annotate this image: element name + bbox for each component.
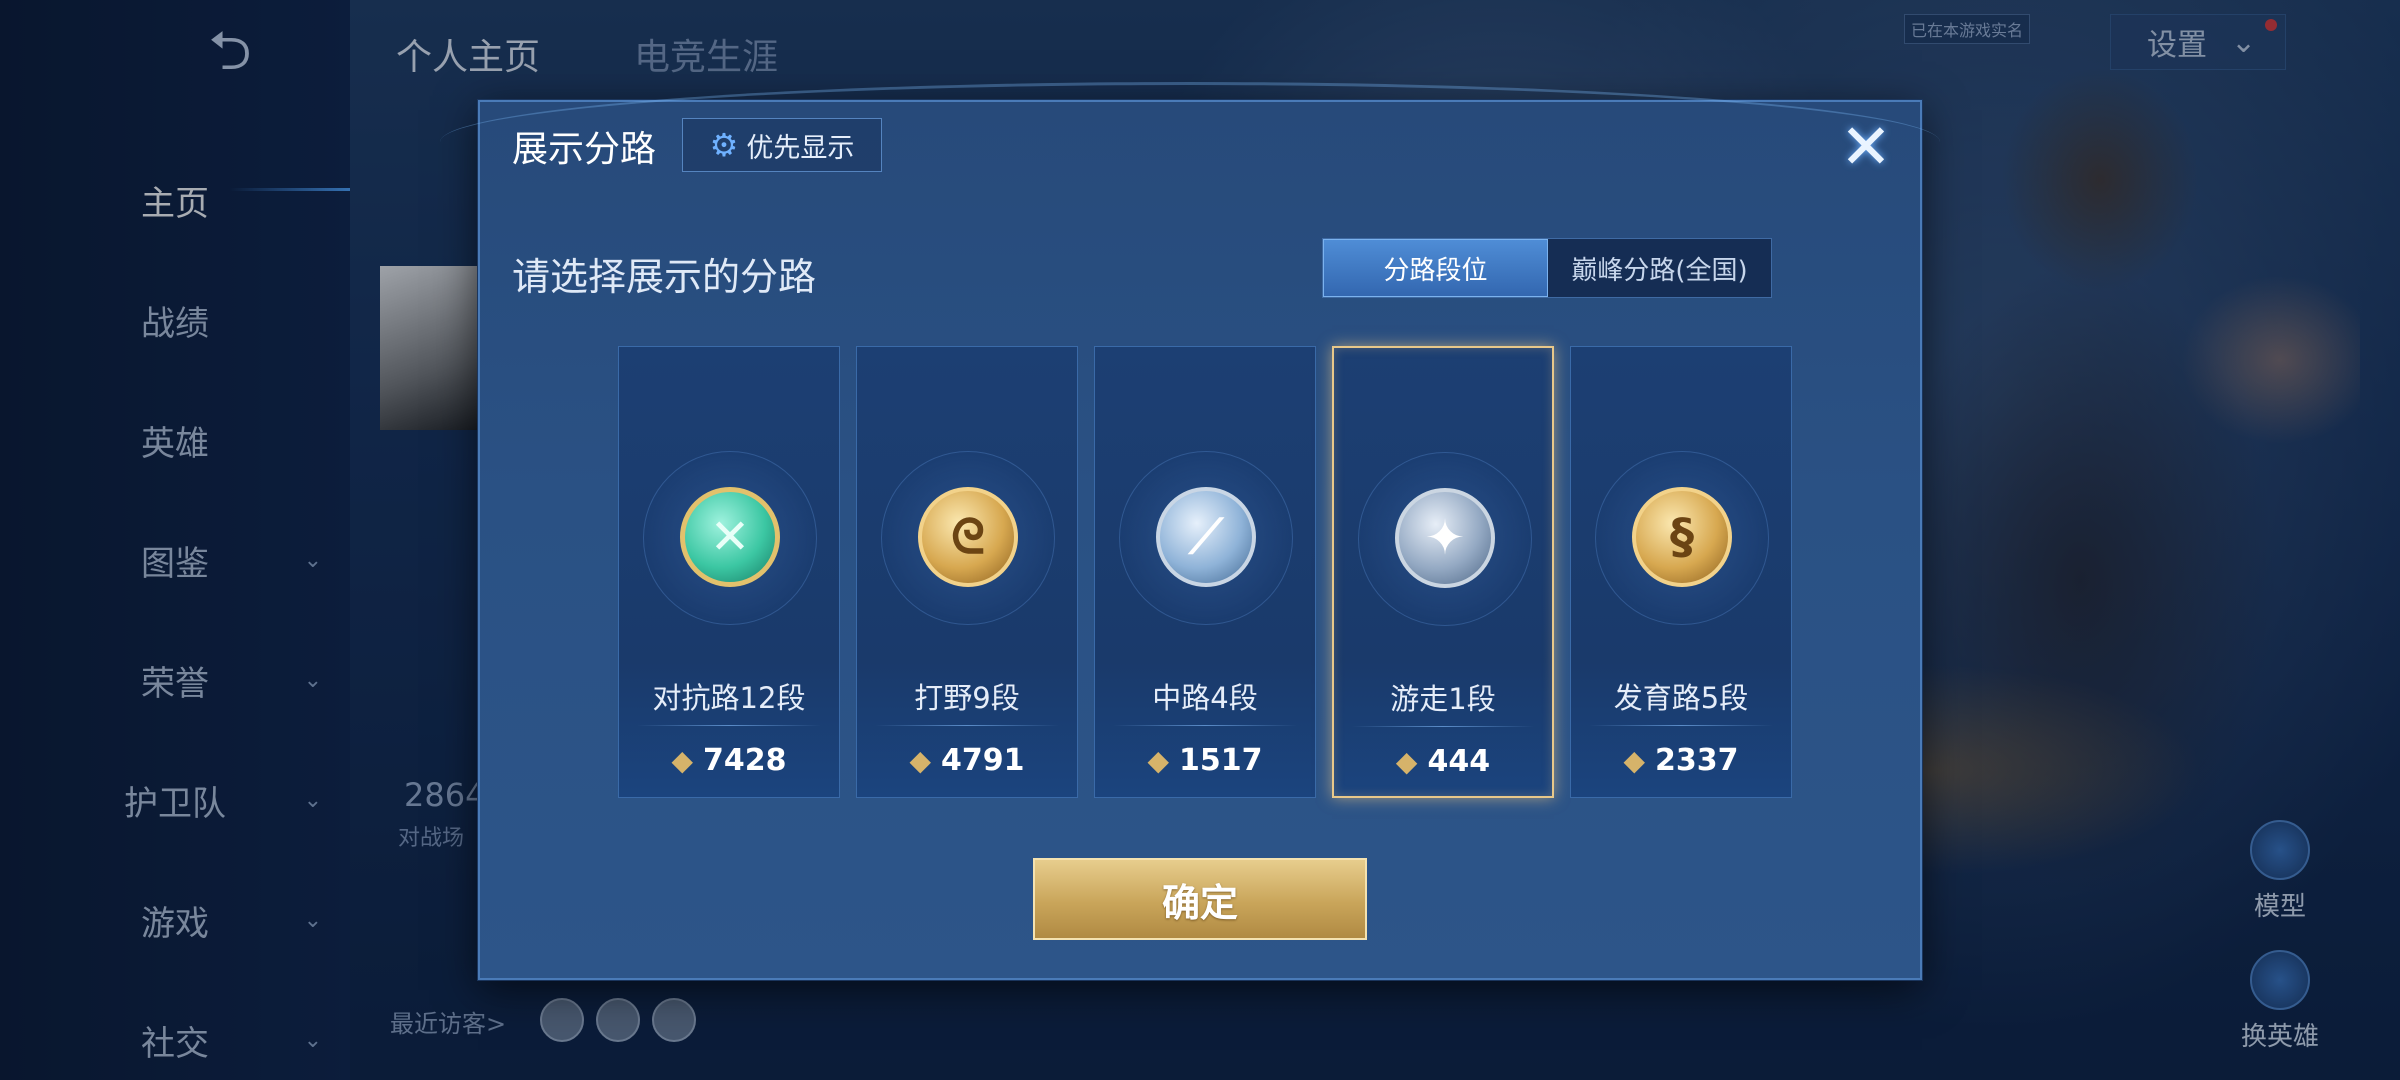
lane-score-value: 7428 bbox=[703, 743, 787, 778]
lane-label: 游走1段 bbox=[1390, 682, 1496, 716]
divider bbox=[1352, 726, 1534, 727]
rank-emblem-icon: ◆ bbox=[1147, 744, 1170, 777]
lane-score-value: 1517 bbox=[1179, 743, 1263, 778]
sword-cross-icon: ✕ bbox=[680, 487, 780, 587]
staff-icon: ⟋ bbox=[1156, 487, 1256, 587]
dialog-subtitle: 请选择展示的分路 bbox=[512, 255, 817, 299]
priority-display-label: 优先显示 bbox=[746, 132, 855, 164]
close-icon: ✕ bbox=[1840, 109, 1892, 183]
rank-emblem-icon: ◆ bbox=[671, 744, 694, 777]
wings-icon: ✦ bbox=[1395, 488, 1495, 588]
toggle-lane-rank[interactable]: 分路段位 bbox=[1323, 239, 1548, 297]
display-lane-dialog: 展示分路 ⚙ 优先显示 ✕ 请选择展示的分路 分路段位 巅峰分路(全国) ✕ 对… bbox=[440, 82, 1940, 980]
divider bbox=[1589, 725, 1773, 726]
dialog-title: 展示分路 bbox=[512, 129, 657, 170]
lane-score: ◆ 7428 bbox=[619, 743, 839, 778]
lane-card-roam[interactable]: ✦ 游走1段 ◆ 444 bbox=[1332, 346, 1554, 798]
lane-label: 打野9段 bbox=[914, 681, 1020, 715]
lane-score: ◆ 1517 bbox=[1095, 743, 1315, 778]
toggle-peak-lane[interactable]: 巅峰分路(全国) bbox=[1548, 239, 1771, 297]
lane-score: ◆ 4791 bbox=[857, 743, 1077, 778]
priority-display-button[interactable]: ⚙ 优先显示 bbox=[682, 118, 882, 172]
gear-icon: ⚙ bbox=[709, 126, 739, 164]
lane-card-mid[interactable]: ⟋ 中路4段 ◆ 1517 bbox=[1094, 346, 1316, 798]
bow-icon: § bbox=[1632, 487, 1732, 587]
lane-score: ◆ 444 bbox=[1334, 744, 1552, 779]
lane-label: 对抗路12段 bbox=[652, 681, 806, 715]
lane-label: 发育路5段 bbox=[1613, 681, 1749, 715]
lane-score: ◆ 2337 bbox=[1571, 743, 1791, 778]
divider bbox=[1113, 725, 1297, 726]
rank-emblem-icon: ◆ bbox=[909, 744, 932, 777]
rank-emblem-icon: ◆ bbox=[1623, 744, 1646, 777]
lane-score-value: 2337 bbox=[1655, 743, 1739, 778]
divider bbox=[875, 725, 1059, 726]
lane-label: 中路4段 bbox=[1152, 681, 1258, 715]
lane-card-top[interactable]: ✕ 对抗路12段 ◆ 7428 bbox=[618, 346, 840, 798]
dragon-icon: ᘓ bbox=[918, 487, 1018, 587]
lane-card-farm[interactable]: § 发育路5段 ◆ 2337 bbox=[1570, 346, 1792, 798]
confirm-button[interactable]: 确定 bbox=[1033, 858, 1367, 940]
lane-mode-toggle: 分路段位 巅峰分路(全国) bbox=[1322, 238, 1772, 298]
close-button[interactable]: ✕ bbox=[1834, 110, 1898, 183]
lane-card-jungle[interactable]: ᘓ 打野9段 ◆ 4791 bbox=[856, 346, 1078, 798]
decorative-swirl bbox=[440, 82, 1940, 202]
divider bbox=[637, 725, 821, 726]
lane-cards: ✕ 对抗路12段 ◆ 7428 ᘓ 打野9段 ◆ 4791 ⟋ 中路4段 ◆ 1517… bbox=[618, 346, 1792, 798]
rank-emblem-icon: ◆ bbox=[1395, 745, 1418, 778]
lane-score-value: 4791 bbox=[941, 743, 1025, 778]
lane-score-value: 444 bbox=[1427, 744, 1491, 779]
